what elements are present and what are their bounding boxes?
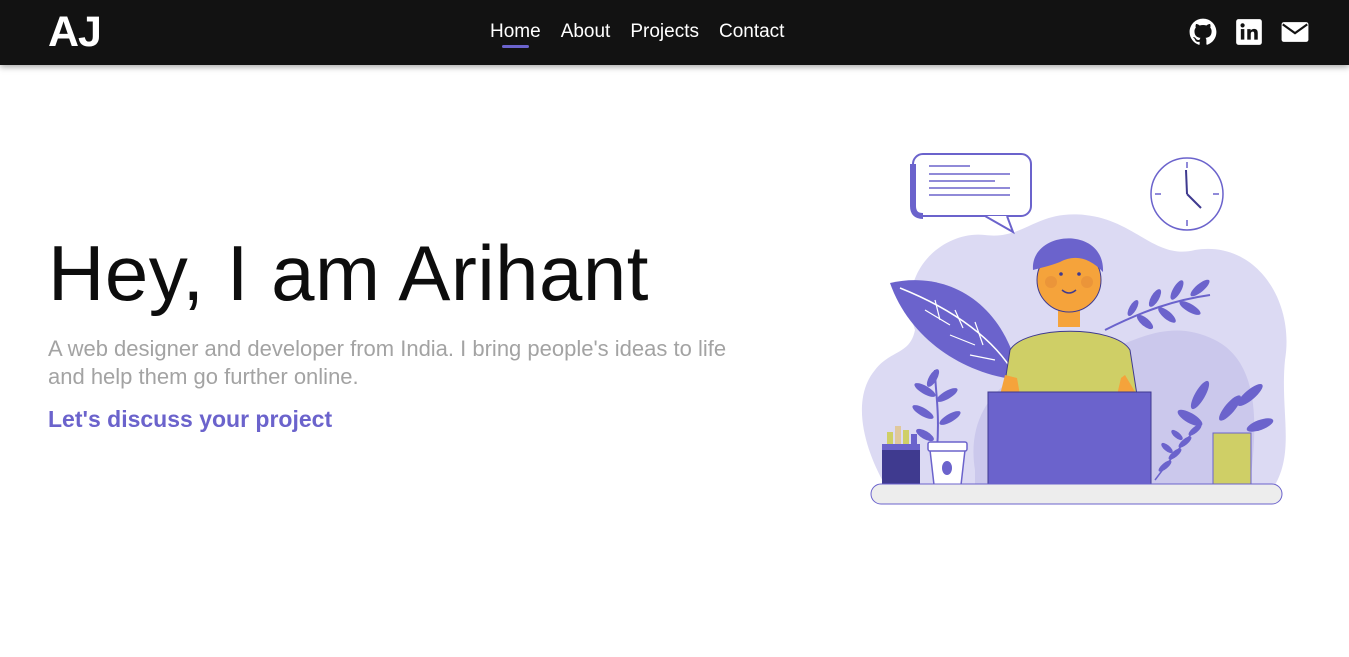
clock-icon [1150,157,1224,231]
navbar: AJ Home About Projects Contact [0,0,1349,65]
linkedin-icon[interactable] [1235,18,1263,46]
hero-title: Hey, I am Arihant [48,229,649,317]
social-links [1189,18,1309,46]
discuss-project-link[interactable]: Let's discuss your project [48,404,332,434]
nav-link-home[interactable]: Home [490,19,541,48]
github-icon[interactable] [1189,18,1217,46]
pencil-cup-icon [882,426,920,485]
desk-icon [870,483,1283,505]
nav-link-contact[interactable]: Contact [719,19,784,45]
nav-link-projects[interactable]: Projects [630,19,699,45]
speech-bubble-icon [910,153,1032,235]
coffee-cup-icon [927,441,968,486]
hero-subtitle: A web designer and developer from India.… [48,336,727,389]
nav-links: Home About Projects Contact [490,19,784,48]
laptop-icon [987,391,1152,486]
developer-illustration [861,153,1287,505]
email-icon[interactable] [1281,18,1309,46]
logo[interactable]: AJ [48,8,102,56]
nav-link-about[interactable]: About [561,19,611,45]
